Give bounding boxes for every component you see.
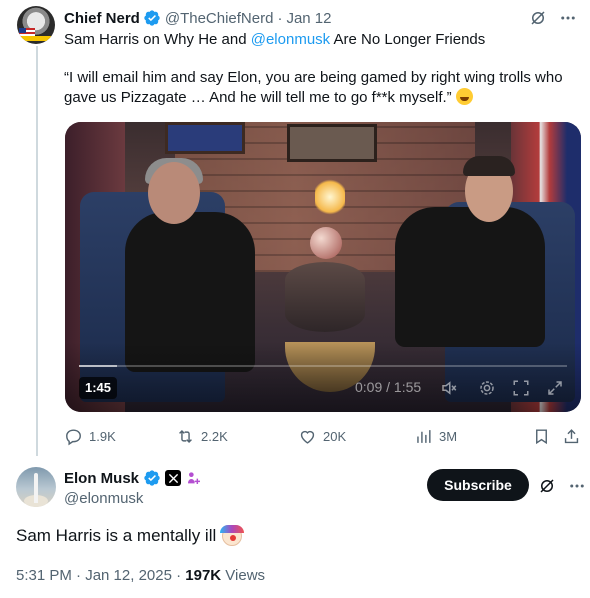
repost-icon (179, 429, 192, 443)
views-icon (417, 429, 431, 443)
author-handle[interactable]: @elonmusk (64, 490, 143, 507)
repost-count: 2.2K (201, 428, 228, 444)
quoted-tweet-action-bar: 1.9K 2.2K 20K 3M (64, 426, 582, 446)
settings-icon[interactable] (477, 378, 497, 398)
reply-tweet-top-actions (537, 476, 587, 496)
mute-icon[interactable] (439, 378, 459, 398)
separator-dot: · (277, 9, 283, 27)
like-button[interactable]: 20K (298, 426, 346, 446)
quoted-tweet-text: Sam Harris on Why He and @elonmusk Are N… (64, 30, 579, 126)
reply-button[interactable]: 1.9K (64, 426, 116, 446)
like-icon (300, 430, 315, 444)
repost-button[interactable]: 2.2K (176, 426, 228, 446)
verified-badge-icon (144, 10, 160, 26)
painting-center (287, 124, 377, 162)
clown-face-emoji (220, 525, 245, 546)
reply-timestamp[interactable]: 5:31 PM · Jan 12, 2025 · (16, 567, 185, 584)
thread-connector-line (36, 46, 38, 456)
tweet-headline: Sam Harris on Why He and @elonmusk Are N… (64, 31, 486, 48)
painting-left (165, 122, 245, 154)
avatar-elon-musk[interactable] (16, 467, 56, 507)
grok-icon[interactable] (537, 476, 557, 496)
quoted-tweet-top-actions (528, 8, 578, 28)
fullscreen-icon[interactable] (511, 378, 531, 398)
tweet-quote: “I will email him and say Elon, you are … (64, 69, 563, 106)
mention-link[interactable]: @elonmusk (251, 31, 330, 48)
avatar-chief-nerd[interactable] (17, 6, 55, 44)
views-button[interactable]: 3M (414, 426, 457, 446)
x-logo-icon[interactable] (165, 470, 182, 486)
pride-icon (185, 469, 203, 487)
reply-count: 1.9K (89, 428, 116, 444)
author-name[interactable]: Elon Musk (64, 470, 139, 487)
like-count: 20K (323, 428, 347, 444)
rolling-on-floor-laughing-emoji (455, 88, 473, 105)
quoted-tweet[interactable]: Chief Nerd @TheChiefNerd · Jan 12 Sam Ha… (0, 0, 590, 456)
expand-icon[interactable] (545, 378, 565, 398)
reply-tweet-meta: 5:31 PM · Jan 12, 2025 · 197K Views (16, 567, 265, 584)
quoted-tweet-header: Chief Nerd @TheChiefNerd · Jan 12 (64, 8, 332, 28)
share-button[interactable] (562, 426, 581, 446)
author-handle[interactable]: @TheChiefNerd (165, 10, 274, 27)
reply-tweet-text: Sam Harris is a mentally ill (16, 525, 245, 546)
bookmark-icon (536, 428, 547, 444)
bookmark-button[interactable] (532, 426, 551, 446)
more-icon[interactable] (567, 476, 587, 496)
reply-views-count: 197K (185, 567, 222, 584)
more-icon[interactable] (558, 8, 578, 28)
tweet-date[interactable]: Jan 12 (286, 10, 331, 27)
person-right (395, 207, 545, 347)
video-duration-badge: 1:45 (79, 377, 118, 399)
subscribe-button[interactable]: Subscribe (427, 469, 529, 501)
video-progress-bar[interactable] (79, 365, 567, 367)
views-count: 3M (439, 428, 458, 444)
reply-tweet-header: Elon Musk (64, 469, 203, 487)
video-player[interactable]: 1:45 0:09 / 1:55 (65, 122, 581, 412)
share-icon (564, 428, 579, 443)
verified-badge-icon (144, 470, 160, 486)
reply-icon (66, 428, 81, 445)
reply-views-label: Views (221, 567, 266, 584)
video-time-readout: 0:09 / 1:55 (355, 379, 422, 395)
author-name[interactable]: Chief Nerd (64, 10, 140, 27)
grok-icon[interactable] (528, 8, 548, 28)
reply-text: Sam Harris is a mentally ill (16, 526, 217, 545)
